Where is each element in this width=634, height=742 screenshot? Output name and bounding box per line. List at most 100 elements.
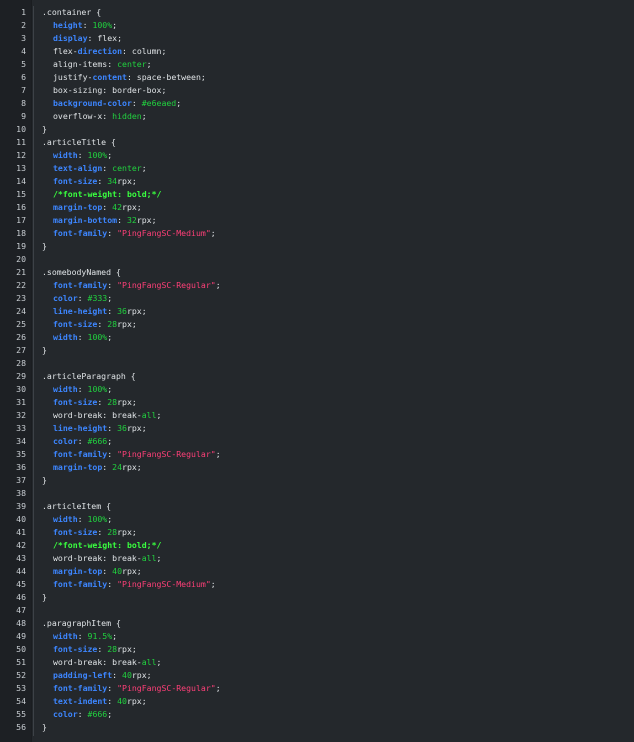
css-value: all [141, 657, 157, 667]
code-line[interactable]: 22 font-family: "PingFangSC-Regular"; [0, 279, 634, 292]
code-line[interactable]: 37} [0, 474, 634, 487]
code-line[interactable]: 41 font-size: 28rpx; [0, 526, 634, 539]
code-line[interactable]: 8 background-color: #e6eaed; [0, 97, 634, 110]
code-line[interactable]: 53 font-family: "PingFangSC-Regular"; [0, 682, 634, 695]
code-line[interactable]: 5 align-items: center; [0, 58, 634, 71]
code-line[interactable]: 43 word-break: break-all; [0, 552, 634, 565]
code-line[interactable]: 33 line-height: 36rpx; [0, 422, 634, 435]
line-content: box-sizing: border-box; [42, 84, 166, 97]
code-line[interactable]: 25 font-size: 28rpx; [0, 318, 634, 331]
code-line[interactable]: 44 margin-top: 40rpx; [0, 565, 634, 578]
code-line[interactable]: 50 font-size: 28rpx; [0, 643, 634, 656]
code-text: : column; [122, 46, 167, 56]
line-content: color: #333; [42, 292, 112, 305]
code-text: } [42, 592, 47, 602]
css-string: "PingFangSC-Regular" [117, 449, 216, 459]
code-line[interactable]: 17 margin-bottom: 32rpx; [0, 214, 634, 227]
line-number: 38 [16, 488, 26, 498]
css-property: color [53, 293, 78, 303]
css-string: "PingFangSC-Medium" [117, 579, 211, 589]
code-line[interactable]: 56} [0, 721, 634, 734]
line-number: 19 [16, 241, 26, 251]
code-text: : [107, 423, 118, 433]
code-line[interactable]: 15 /*font-weight: bold;*/ [0, 188, 634, 201]
line-content: width: 100%; [42, 331, 112, 344]
code-line[interactable]: 6 justify-content: space-between; [0, 71, 634, 84]
code-text: ; [210, 579, 216, 589]
code-line[interactable]: 48 .paragraphItem { [0, 617, 634, 630]
code-line[interactable]: 30 width: 100%; [0, 383, 634, 396]
code-line[interactable]: 19} [0, 240, 634, 253]
code-line[interactable]: 23 color: #333; [0, 292, 634, 305]
code-line[interactable]: 20 [0, 253, 634, 266]
css-comment: /*font-weight: bold;*/ [53, 540, 162, 550]
code-line[interactable]: 51 word-break: break-all; [0, 656, 634, 669]
code-line[interactable]: 13 text-align: center; [0, 162, 634, 175]
code-line[interactable]: 11 .articleTitle { [0, 136, 634, 149]
code-text: : [77, 293, 88, 303]
code-text: : [97, 176, 108, 186]
code-text: ; [112, 20, 118, 30]
css-property: text-indent [53, 696, 108, 706]
code-line[interactable]: 28 [0, 357, 634, 370]
code-text: rpx; [126, 423, 147, 433]
code-line[interactable]: 55 color: #666; [0, 708, 634, 721]
line-content: width: 100%; [42, 513, 112, 526]
code-line[interactable]: 52 padding-left: 40rpx; [0, 669, 634, 682]
line-content: line-height: 36rpx; [42, 422, 147, 435]
code-line[interactable]: 47 [0, 604, 634, 617]
code-line[interactable]: 38 [0, 487, 634, 500]
code-line[interactable]: 9 overflow-x: hidden; [0, 110, 634, 123]
line-number: 16 [16, 202, 26, 212]
code-editor[interactable]: 1 .container {2 height: 100%; 3 display: fle… [0, 0, 634, 742]
code-text: : [107, 696, 118, 706]
code-line[interactable]: 2 height: 100%; [0, 19, 634, 32]
code-line[interactable]: 10} [0, 123, 634, 136]
code-line[interactable]: 32 word-break: break-all; [0, 409, 634, 422]
line-number: 3 [21, 33, 26, 43]
code-line[interactable]: 31 font-size: 28rpx; [0, 396, 634, 409]
line-number: 24 [16, 306, 26, 316]
css-property: width [53, 631, 78, 641]
code-text: : [82, 20, 93, 30]
line-content: .somebodyNamed { [42, 266, 121, 279]
code-text: : [102, 163, 113, 173]
line-content: margin-top: 42rpx; [42, 201, 142, 214]
code-line[interactable]: 1 .container { [0, 6, 634, 19]
code-text: ; [107, 150, 113, 160]
code-line[interactable]: 34 color: #666; [0, 435, 634, 448]
code-line[interactable]: 26 width: 100%; [0, 331, 634, 344]
code-line[interactable]: 29 .articleParagraph { [0, 370, 634, 383]
line-content: text-align: center; [42, 162, 147, 175]
line-content: } [42, 344, 47, 357]
code-line[interactable]: 21 .somebodyNamed { [0, 266, 634, 279]
css-property: text-align [53, 163, 103, 173]
code-line[interactable]: 14 font-size: 34rpx; [0, 175, 634, 188]
css-property: font-size [53, 319, 98, 329]
code-line[interactable]: 54 text-indent: 40rpx; [0, 695, 634, 708]
code-line[interactable]: 35 font-family: "PingFangSC-Regular"; [0, 448, 634, 461]
code-line[interactable]: 7 box-sizing: border-box; [0, 84, 634, 97]
code-line[interactable]: 16 margin-top: 42rpx; [0, 201, 634, 214]
code-line[interactable]: 18 font-family: "PingFangSC-Medium"; [0, 227, 634, 240]
code-line[interactable]: 42 /*font-weight: bold;*/ [0, 539, 634, 552]
code-line[interactable]: 12 width: 100%; [0, 149, 634, 162]
code-text: : [107, 280, 118, 290]
code-line[interactable]: 40 width: 100%; [0, 513, 634, 526]
code-line[interactable]: 36 margin-top: 24rpx; [0, 461, 634, 474]
code-line[interactable]: 45 font-family: "PingFangSC-Medium"; [0, 578, 634, 591]
code-line[interactable]: 4 flex-direction: column; [0, 45, 634, 58]
code-line[interactable]: 46} [0, 591, 634, 604]
code-line[interactable]: 24 line-height: 36rpx; [0, 305, 634, 318]
css-value: 28 [107, 397, 118, 407]
code-line[interactable]: 3 display: flex; [0, 32, 634, 45]
code-text: : [112, 670, 123, 680]
code-line[interactable]: 39 .articleItem { [0, 500, 634, 513]
css-value: 28 [107, 527, 118, 537]
line-content: padding-left: 40rpx; [42, 669, 152, 682]
line-number: 23 [16, 293, 26, 303]
code-line[interactable]: 49 width: 91.5%; [0, 630, 634, 643]
code-text: : [77, 384, 88, 394]
code-line[interactable]: 27} [0, 344, 634, 357]
line-number: 9 [21, 111, 26, 121]
